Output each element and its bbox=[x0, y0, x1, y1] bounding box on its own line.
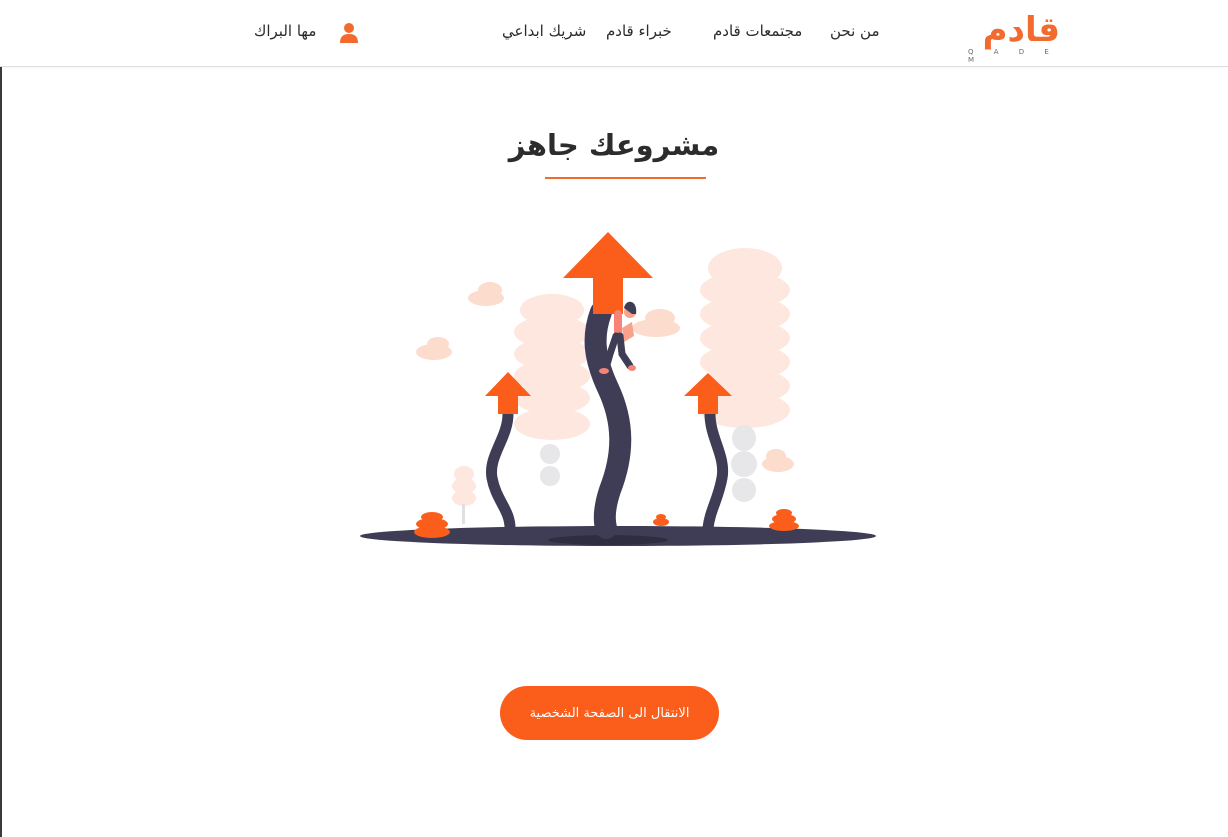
user-name[interactable]: مها البراك bbox=[254, 22, 316, 40]
top-navbar: قادم Q A D E M من نحن مجتمعات قادم خبراء… bbox=[0, 0, 1228, 67]
go-to-profile-button[interactable]: الانتقال الى الصفحة الشخصية bbox=[500, 686, 719, 740]
user-icon[interactable] bbox=[339, 22, 359, 44]
page-title: مشروعك جاهز bbox=[508, 128, 720, 162]
growth-arrows-illustration bbox=[360, 232, 876, 546]
title-underline bbox=[545, 177, 706, 179]
logo[interactable]: قادم Q A D E M bbox=[936, 8, 1060, 64]
nav-creative-partner[interactable]: شريك ابداعي bbox=[502, 22, 586, 40]
nav-communities[interactable]: مجتمعات قادم bbox=[713, 22, 802, 40]
logo-subtitle: Q A D E M bbox=[968, 48, 1058, 64]
nav-experts[interactable]: خبراء قادم bbox=[606, 22, 672, 40]
window-left-edge bbox=[0, 0, 2, 837]
nav-about[interactable]: من نحن bbox=[830, 22, 880, 40]
logo-text: قادم bbox=[982, 10, 1060, 50]
